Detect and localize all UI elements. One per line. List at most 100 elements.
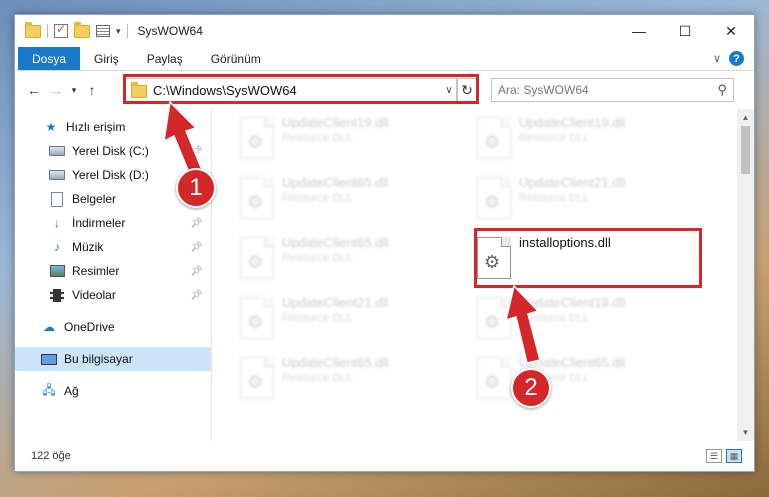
file-type: Resource DLL [282,252,353,264]
up-button[interactable]: ↑ [81,82,103,98]
sidebar-item-label: OneDrive [64,320,115,334]
pin-icon[interactable]: 📌︎ [190,218,203,229]
title-bar: ▾ SysWOW64 — ☐ ✕ [15,15,754,47]
search-input[interactable]: Ara: SysWOW64 ⚲ [491,78,734,102]
file-name: UpdateClient21.dll [282,295,389,310]
folder-icon [25,21,41,38]
file-item[interactable]: ⚙ UpdateClient65.dll Resource DLL [240,355,470,405]
sidebar-item-label: Videolar [72,288,116,302]
file-name: UpdateClient65.dll [282,175,389,190]
expand-ribbon-chevron-icon[interactable]: ∨ [713,52,721,65]
file-item[interactable]: ⚙ UpdateClient19.dll Resource DLL [477,115,707,165]
tiles-view-icon[interactable]: ▦ [726,449,742,463]
sidebar-item-pictures[interactable]: Resimler 📌︎ [15,259,211,283]
sidebar-item-label: Ağ [64,384,79,398]
sidebar-item-videos[interactable]: Videolar 📌︎ [15,283,211,307]
sidebar-item-label: Yerel Disk (C:) [72,144,149,158]
file-list: ⚙ UpdateClient19.dll Resource DLL ⚙ Updat… [212,109,754,441]
back-button[interactable]: ← [23,82,45,98]
file-name: UpdateClient19.dll [282,115,389,130]
sidebar-item-music[interactable]: ♪ Müzik 📌︎ [15,235,211,259]
file-item[interactable]: ⚙ UpdateClient19.dll Resource DLL [477,295,707,345]
pin-icon[interactable]: 📌︎ [190,242,203,253]
file-item[interactable]: ⚙ UpdateClient19.dll Resource DLL [240,115,470,165]
sidebar-item-local-disk-c[interactable]: Yerel Disk (C:) 📌︎ [15,139,211,163]
dll-file-icon: ⚙ [240,297,274,339]
customize-toolbar-chevron-icon[interactable]: ▾ [116,26,121,37]
file-name: UpdateClient65.dll [282,235,389,250]
computer-icon [41,352,57,366]
tab-view[interactable]: Görünüm [197,47,275,70]
sidebar-item-label: Belgeler [72,192,117,206]
dll-file-icon: ⚙ [477,177,511,219]
navigation-pane: ★ Hızlı erişim Yerel Disk (C:) 📌︎ Yerel … [15,109,211,441]
star-icon: ★ [45,120,57,134]
sidebar-item-label: Bu bilgisayar [64,352,133,366]
rename-icon[interactable] [96,25,110,37]
help-icon[interactable]: ? [729,51,744,66]
file-name: UpdateClient65.dll [282,355,389,370]
main-area: ★ Hızlı erişim Yerel Disk (C:) 📌︎ Yerel … [15,109,754,441]
close-button[interactable]: ✕ [708,15,754,47]
file-item[interactable]: ⚙ UpdateClient21.dll Resource DLL [240,295,470,345]
scroll-thumb[interactable] [741,126,750,174]
pin-icon[interactable]: 📌︎ [190,146,203,157]
sidebar-item-network[interactable]: 🖧︎ Ağ [15,379,211,403]
properties-check-icon[interactable] [54,22,68,38]
tab-file[interactable]: Dosya [18,47,81,70]
quick-access-toolbar: ▾ [15,21,128,38]
file-item[interactable]: ⚙ UpdateClient21.dll Resource DLL [477,175,707,225]
disk-icon [49,168,65,182]
sidebar-item-onedrive[interactable]: ☁ OneDrive [15,315,211,339]
cloud-icon: ☁ [43,320,55,334]
explorer-window: ▾ SysWOW64 — ☐ ✕ Dosya Giriş Paylaş Görü… [14,14,755,472]
file-item[interactable]: ⚙ UpdateClient65.dll Resource DLL [240,175,470,225]
pictures-icon [49,264,65,278]
file-type: Resource DLL [519,312,590,324]
vertical-scrollbar[interactable]: ▲ ▼ [737,109,754,441]
network-icon: 🖧︎ [42,382,56,397]
step-1-badge: 1 [176,168,216,208]
file-name: UpdateClient19.dll [519,115,626,130]
scroll-down-icon[interactable]: ▼ [737,424,754,441]
pin-icon[interactable]: 📌︎ [190,266,203,277]
pin-icon[interactable]: 📌︎ [190,290,203,301]
download-icon: ↓ [54,216,60,230]
file-type: Resource DLL [282,372,353,384]
scroll-up-icon[interactable]: ▲ [737,109,754,126]
sidebar-item-label: Resimler [72,264,120,278]
dll-file-icon: ⚙ [240,117,274,159]
details-view-icon[interactable]: ☰ [706,449,722,463]
file-item[interactable]: ⚙ UpdateClient65.dll Resource DLL [240,235,470,285]
new-folder-icon[interactable] [74,21,90,38]
sidebar-item-this-pc[interactable]: Bu bilgisayar [15,347,211,371]
dll-file-icon: ⚙ [240,237,274,279]
sidebar-item-label: Hızlı erişim [66,120,126,134]
tab-share[interactable]: Paylaş [133,47,197,70]
videos-icon [49,288,65,302]
ribbon-tabs: Dosya Giriş Paylaş Görünüm ∨ ? [15,47,754,71]
file-type: Resource DLL [519,192,590,204]
search-placeholder: Ara: SysWOW64 [498,83,589,97]
file-type: Resource DLL [282,312,353,324]
toolbar-separator [47,24,48,38]
search-icon[interactable]: ⚲ [717,82,733,98]
recent-locations-chevron-icon[interactable]: ▾ [67,85,81,96]
maximize-button[interactable]: ☐ [662,15,708,47]
file-name: UpdateClient21.dll [519,175,626,190]
forward-button[interactable]: → [45,82,67,98]
tab-home[interactable]: Giriş [80,47,133,70]
status-bar: 122 öğe ☰ ▦ [15,441,754,471]
music-icon: ♪ [54,240,60,254]
file-type: Resource DLL [282,192,353,204]
minimize-button[interactable]: — [616,15,662,47]
sidebar-item-quick-access[interactable]: ★ Hızlı erişim [15,115,211,139]
document-icon [49,191,65,207]
window-title: SysWOW64 [137,24,203,38]
item-count: 122 öğe [31,450,71,462]
dll-file-icon: ⚙ [477,117,511,159]
file-highlight-box [474,228,702,288]
window-controls: — ☐ ✕ [616,15,754,47]
toolbar-separator [126,24,128,38]
sidebar-item-downloads[interactable]: ↓ İndirmeler 📌︎ [15,211,211,235]
